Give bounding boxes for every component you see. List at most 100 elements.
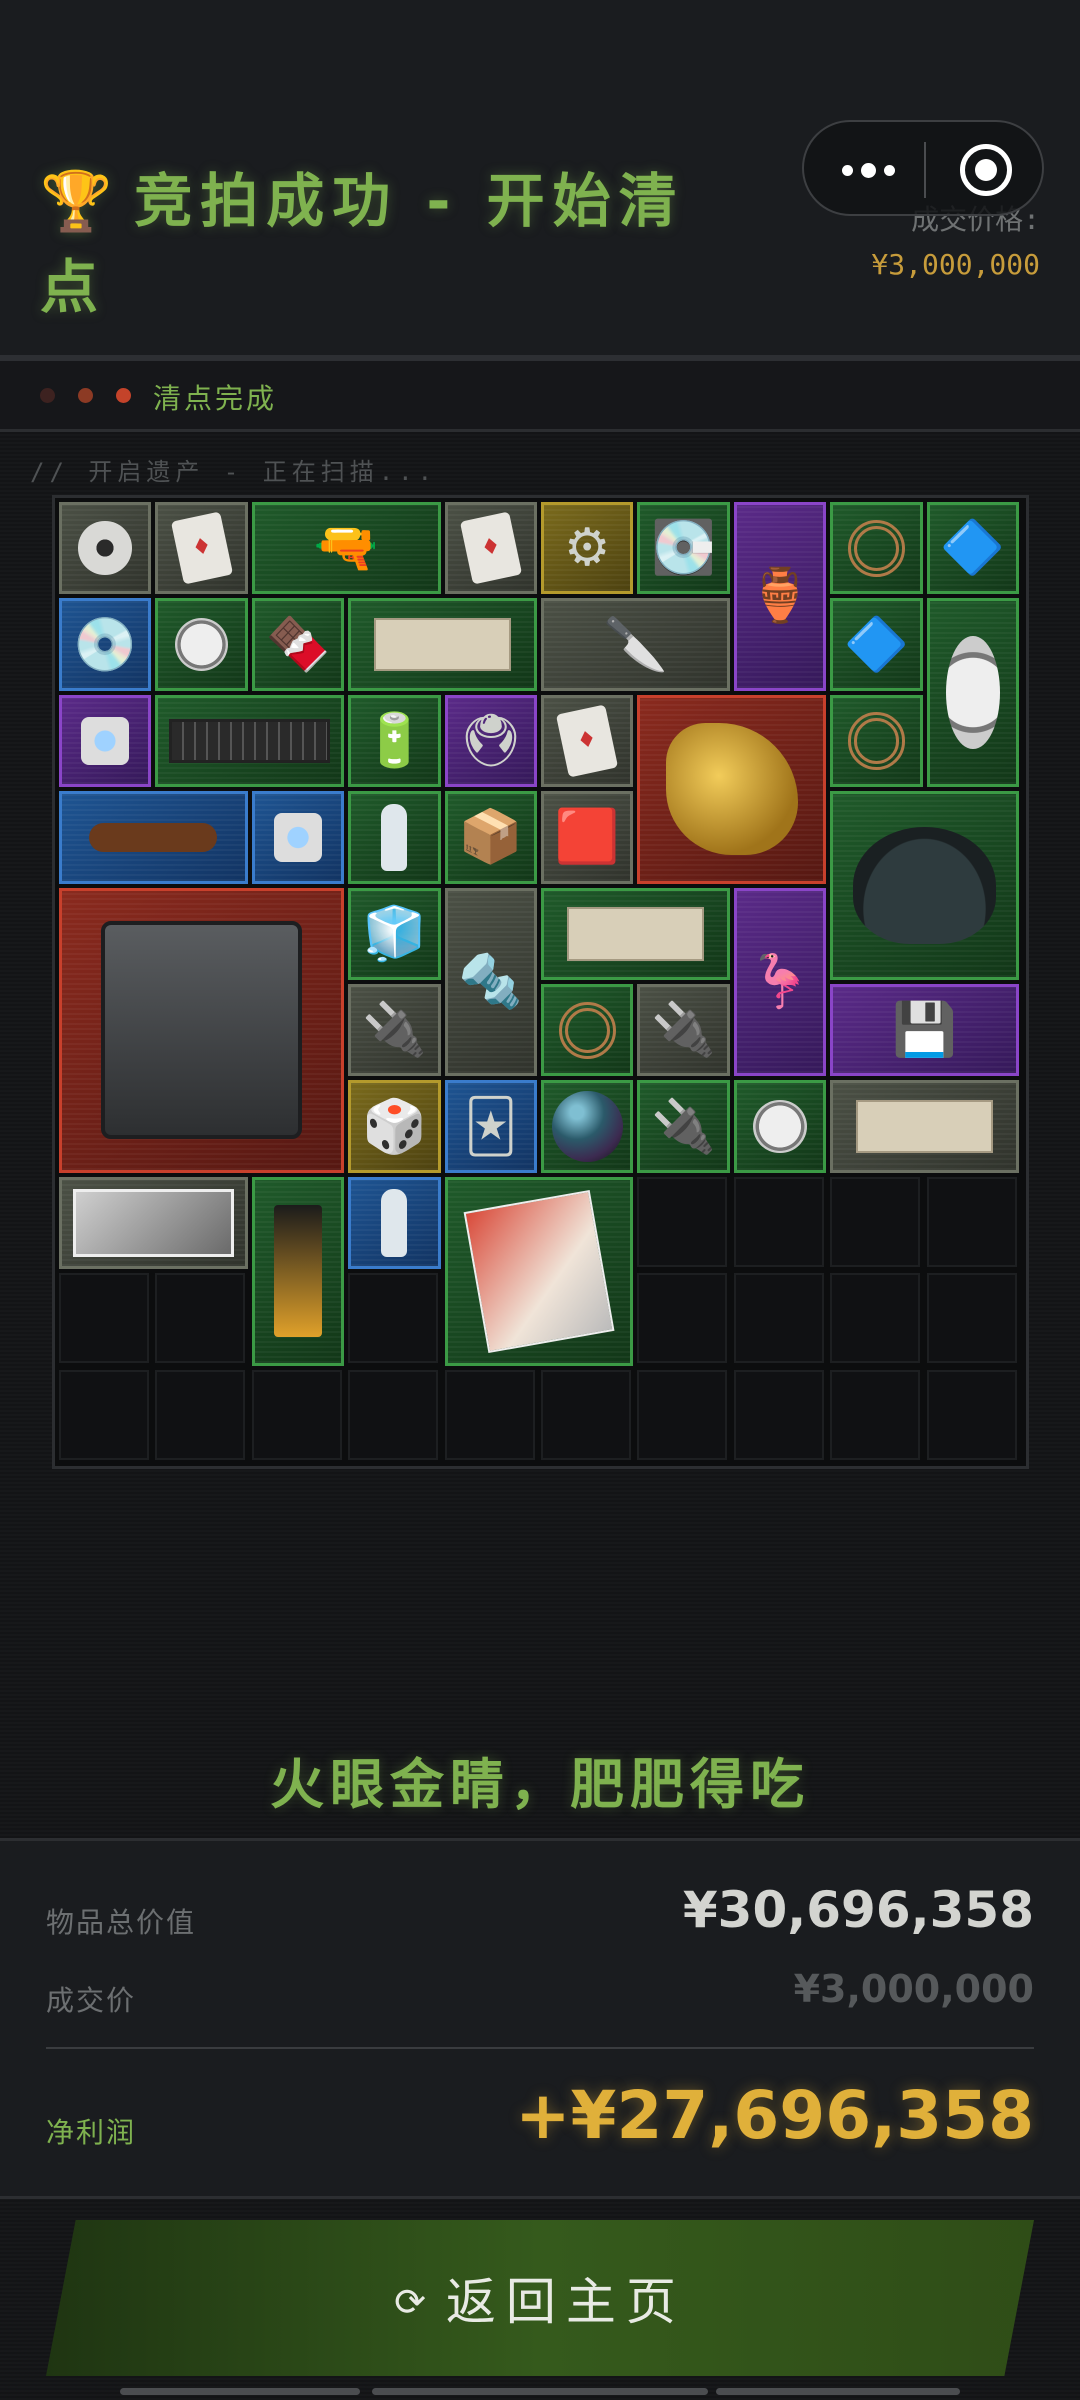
magazine-icon	[463, 1189, 615, 1353]
inventory-item[interactable]	[155, 598, 248, 691]
inventory-item[interactable]	[830, 791, 1019, 980]
inventory-item[interactable]: 🔩	[444, 887, 537, 1077]
power-adapter-icon: 🔌	[651, 1000, 716, 1061]
inventory-item[interactable]: 🏺	[733, 502, 827, 691]
scroll-indicator	[372, 2388, 708, 2395]
power-drill-icon: 🔫	[313, 518, 379, 579]
inventory-item[interactable]	[926, 598, 1019, 788]
inventory-item[interactable]	[59, 502, 152, 595]
inventory-item[interactable]: 🧊	[348, 887, 441, 980]
inventory-item[interactable]	[830, 694, 923, 788]
mini-program-capsule	[802, 120, 1044, 216]
cpu-cooler-icon: 🧊	[362, 903, 427, 964]
empty-slot	[444, 1369, 535, 1460]
inventory-item[interactable]: 💽	[637, 502, 730, 595]
power-strip-icon: 🔌	[651, 1096, 716, 1157]
inventory-item[interactable]	[59, 1176, 248, 1270]
inventory-item[interactable]: 🎲	[348, 1080, 441, 1173]
coffee-bag-icon	[273, 1205, 323, 1337]
inventory-item[interactable]	[733, 1080, 827, 1173]
inventory-item[interactable]: 🔪	[541, 598, 730, 691]
header: 🏆 竞拍成功 - 开始清点 成交价格: ¥3,000,000	[0, 0, 1080, 355]
inventory-item[interactable]: ⚙	[541, 502, 634, 595]
inventory-item[interactable]: 🦩	[733, 887, 827, 1077]
hose-coil-icon	[847, 712, 905, 770]
inventory-item[interactable]	[251, 1176, 345, 1366]
reload-icon: ⟳	[394, 2280, 426, 2324]
empty-slot	[541, 1369, 631, 1460]
inventory-item[interactable]: 🟥	[541, 791, 634, 884]
inventory-item[interactable]: 🖲	[444, 694, 537, 788]
empty-slot	[59, 1273, 149, 1364]
inventory-item[interactable]: 💿	[59, 598, 152, 691]
inventory-item[interactable]: ♦	[444, 502, 537, 595]
inventory-item[interactable]: 🃏	[444, 1080, 537, 1173]
inventory-item[interactable]: 📦	[444, 791, 537, 884]
empty-slot	[733, 1369, 824, 1460]
inventory-item[interactable]: 💾	[830, 984, 1019, 1077]
empty-slot	[59, 1369, 149, 1460]
water-bottle-icon	[381, 803, 408, 872]
portal-cube-icon: 🎲	[362, 1096, 427, 1157]
bolt-icon: 🔩	[458, 951, 524, 1012]
inventory-item[interactable]: 🔷	[830, 598, 923, 691]
scroll-indicator	[120, 2388, 360, 2395]
return-home-button[interactable]: ⟳ 返回主页	[46, 2220, 1034, 2376]
empty-slot	[830, 1176, 921, 1267]
inventory-item[interactable]	[830, 502, 923, 595]
deal-price-value: ¥3,000,000	[871, 248, 1040, 281]
ration-pack-icon: 📦	[458, 807, 524, 868]
circuit-board-icon: 🖲	[457, 710, 524, 771]
inventory-item[interactable]	[59, 694, 152, 788]
empty-slot	[155, 1369, 246, 1460]
summary-panel: 物品总价值 ¥30,696,358 成交价 ¥3,000,000 净利润 +¥2…	[0, 1838, 1080, 2196]
keyboard-icon	[169, 719, 331, 763]
inventory-item[interactable]	[348, 791, 441, 884]
tin-can-icon	[81, 716, 130, 766]
empty-slot	[926, 1273, 1017, 1364]
total-value-label: 物品总价值	[46, 1906, 197, 1939]
deal-price-summary-value: ¥3,000,000	[793, 1967, 1034, 2011]
golden-figurine-icon: 🦩	[747, 951, 813, 1012]
net-profit-value: +¥27,696,358	[515, 2077, 1034, 2154]
inventory-item[interactable]	[444, 1176, 634, 1366]
inventory-item[interactable]	[541, 887, 730, 980]
thermometer-gauge-icon	[174, 617, 229, 672]
inventory-item[interactable]: 🔫	[251, 502, 441, 595]
inventory-item[interactable]: 🔷	[926, 502, 1019, 595]
empty-slot	[733, 1273, 824, 1364]
power-adapter-icon: 🔌	[362, 1000, 427, 1061]
empty-slot	[348, 1369, 439, 1460]
tobacco-pipe-icon	[89, 822, 218, 853]
close-target-icon[interactable]	[960, 144, 1012, 196]
inventory-item[interactable]: 🔌	[637, 984, 730, 1077]
status-dot-icon	[78, 388, 93, 403]
inventory-item[interactable]	[541, 984, 634, 1077]
inventory-item[interactable]: ♦	[155, 502, 248, 595]
empty-slot	[348, 1273, 439, 1364]
inventory-item[interactable]	[348, 1176, 441, 1270]
inventory-item[interactable]: 🔌	[637, 1080, 730, 1173]
inventory-item[interactable]	[251, 791, 345, 884]
inventory-item[interactable]	[155, 694, 345, 788]
inventory-item[interactable]	[830, 1080, 1019, 1173]
inventory-item[interactable]: 🔋	[348, 694, 441, 788]
inventory-item[interactable]: ♦	[541, 694, 634, 788]
playing-card-icon: ♦	[459, 511, 522, 585]
empty-slot	[637, 1273, 728, 1364]
inventory-item[interactable]: 🍫	[251, 598, 345, 691]
inventory-item[interactable]	[59, 887, 345, 1173]
inventory-item[interactable]	[59, 791, 248, 884]
old-photo-icon	[72, 1189, 234, 1257]
newspaper-icon	[856, 1099, 994, 1154]
inventory-item[interactable]: 🔌	[348, 984, 441, 1077]
playing-card-icon: ♦	[556, 704, 619, 778]
inventory-item[interactable]	[348, 598, 537, 691]
tape-roll-icon	[78, 521, 132, 575]
inventory-item[interactable]	[637, 694, 827, 884]
old-paper-icon	[374, 617, 512, 672]
blue-device-icon: 🔷	[844, 614, 909, 675]
more-options-icon[interactable]	[832, 148, 904, 192]
inventory-item[interactable]	[541, 1080, 634, 1173]
empty-slot	[155, 1273, 246, 1364]
